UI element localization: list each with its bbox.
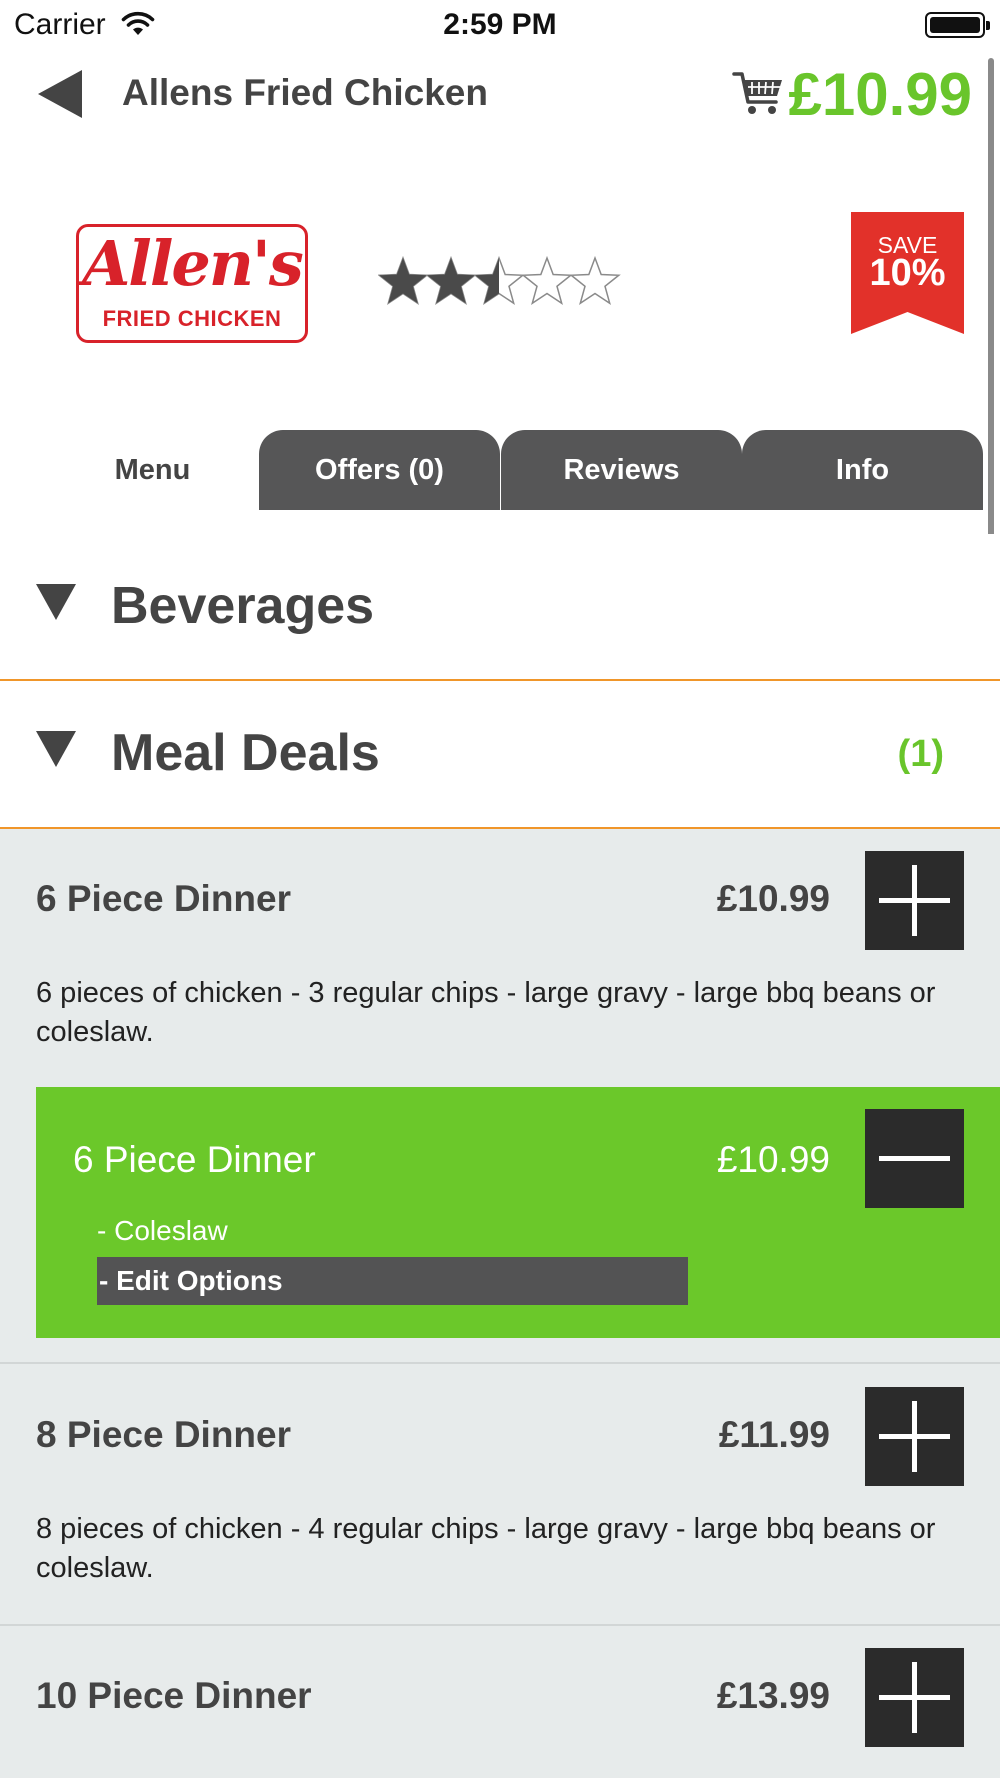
item-divider xyxy=(0,1624,1000,1626)
store-title: Allens Fried Chicken xyxy=(122,72,488,113)
battery-icon xyxy=(925,12,990,38)
logo-sub-text: FRIED CHICKEN xyxy=(102,306,282,331)
collapse-triangle-icon xyxy=(36,731,76,767)
item-description: 8 pieces of chicken - 4 regular chips - … xyxy=(36,1513,936,1584)
tab-offers[interactable]: Offers (0) xyxy=(259,430,500,510)
star-outline-icon xyxy=(521,255,573,305)
cart-total[interactable]: £10.99 xyxy=(788,60,972,129)
tab-reviews[interactable]: Reviews xyxy=(501,430,742,510)
status-bar: Carrier 2:59 PM xyxy=(0,0,1000,50)
plus-icon xyxy=(879,1662,950,1733)
item-name: 8 Piece Dinner xyxy=(36,1414,292,1455)
item-name: 6 Piece Dinner xyxy=(36,878,292,919)
item-divider xyxy=(0,1362,1000,1364)
restaurant-logo: Allen's FRIED CHICKEN xyxy=(76,224,308,343)
cart-line-name: 6 Piece Dinner xyxy=(73,1139,316,1180)
cart-icon[interactable] xyxy=(732,68,784,118)
plus-icon xyxy=(879,1401,950,1472)
add-item-button[interactable] xyxy=(865,851,964,950)
status-time: 2:59 PM xyxy=(443,8,557,41)
save-percent: 10% xyxy=(869,252,946,294)
category-count: (1) xyxy=(897,733,944,775)
minus-icon xyxy=(879,1156,950,1161)
star-filled-icon xyxy=(379,258,427,304)
item-price: £13.99 xyxy=(716,1675,830,1716)
category-title: Beverages xyxy=(111,577,375,635)
item-price: £11.99 xyxy=(718,1414,830,1455)
logo-script-text: Allen's xyxy=(82,227,304,300)
item-description: 6 pieces of chicken - 3 regular chips - … xyxy=(36,977,936,1048)
cart-line-option: - Coleslaw xyxy=(97,1215,228,1246)
cart-line-item: 6 Piece Dinner £10.99 - Coleslaw - Edit … xyxy=(36,1087,1000,1338)
collapse-triangle-icon xyxy=(36,584,76,620)
tab-info[interactable]: Info xyxy=(742,430,983,510)
remove-item-button[interactable] xyxy=(865,1109,964,1208)
item-price: £10.99 xyxy=(716,878,830,919)
category-beverages[interactable]: Beverages xyxy=(0,534,1000,681)
add-item-button[interactable] xyxy=(865,1387,964,1486)
category-meal-deals[interactable]: Meal Deals (1) xyxy=(0,681,1000,829)
back-arrow-icon[interactable] xyxy=(36,68,84,120)
star-filled-icon xyxy=(427,258,475,304)
item-name: 10 Piece Dinner xyxy=(36,1675,312,1716)
cart-line-price: £10.99 xyxy=(716,1139,830,1180)
star-rating xyxy=(378,255,621,305)
add-item-button[interactable] xyxy=(865,1648,964,1747)
category-title: Meal Deals xyxy=(111,724,380,782)
tab-bar: Menu Offers (0) Reviews Info xyxy=(32,430,983,510)
edit-options-button[interactable]: - Edit Options xyxy=(97,1257,688,1305)
tab-menu[interactable]: Menu xyxy=(32,430,273,510)
star-outline-icon xyxy=(569,255,621,305)
plus-icon xyxy=(879,865,950,936)
